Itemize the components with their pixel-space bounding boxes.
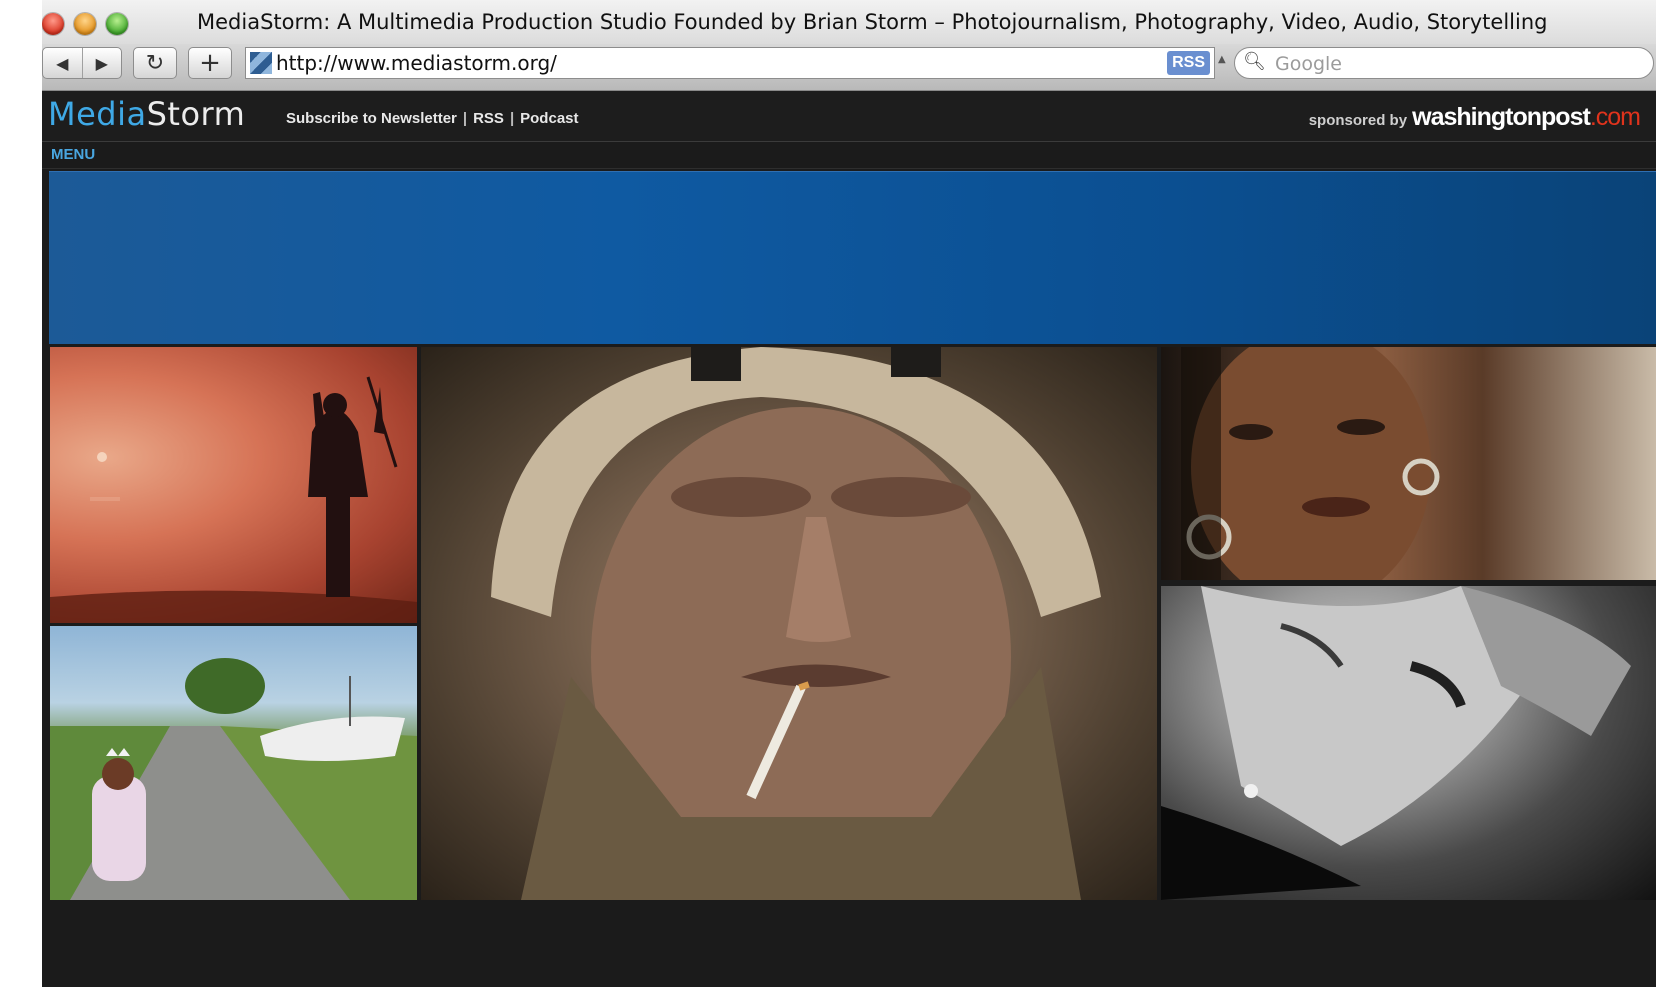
photo-girl-on-road[interactable] (50, 626, 417, 900)
mediastorm-logo[interactable]: MediaStorm (48, 95, 245, 133)
menu-button[interactable]: MENU (51, 146, 95, 163)
photo-sunset-silhouette[interactable] (50, 347, 417, 623)
header-links: Subscribe to Newsletter | RSS | Podcast (286, 110, 579, 127)
plus-icon: + (199, 48, 221, 78)
address-bar[interactable]: http://www.mediastorm.org/ RSS (245, 47, 1215, 79)
sponsor-logo-text: washingtonpost (1412, 103, 1591, 131)
link-separator: | (462, 110, 468, 127)
woman-portrait-image (1181, 347, 1440, 580)
browser-window: MediaStorm: A Multimedia Production Stud… (42, 0, 1656, 987)
search-snapback-icon[interactable]: ▲ (1218, 54, 1226, 65)
back-button[interactable]: ◀ (43, 48, 83, 78)
add-bookmark-button[interactable]: + (188, 47, 232, 79)
title-bar: MediaStorm: A Multimedia Production Stud… (42, 0, 1656, 44)
web-page: MediaStorm Subscribe to Newsletter | RSS | P… (42, 91, 1656, 987)
window-title: MediaStorm: A Multimedia Production Stud… (197, 10, 1548, 34)
photo-black-and-white-portrait[interactable] (1161, 586, 1656, 900)
logo-text-media: Media (48, 95, 147, 133)
back-forward-group: ◀ ▶ (42, 47, 122, 79)
reload-button[interactable]: ↻ (133, 47, 177, 79)
site-header: MediaStorm Subscribe to Newsletter | RSS | P… (42, 91, 1656, 142)
photo-woman-portrait[interactable] (1161, 347, 1656, 580)
back-arrow-icon: ◀ (56, 53, 69, 73)
forward-arrow-icon: ▶ (95, 53, 108, 73)
subscribe-newsletter-link[interactable]: Subscribe to Newsletter (286, 110, 457, 127)
search-icon[interactable]: 🔍︎ (1243, 51, 1266, 72)
search-box[interactable]: 🔍︎ (1234, 47, 1654, 79)
sponsor-badge[interactable]: sponsored by washingtonpost.com (1308, 103, 1641, 132)
podcast-link[interactable]: Podcast (520, 110, 578, 127)
site-footer (42, 903, 1656, 987)
zoom-window-button[interactable] (106, 13, 128, 35)
rss-button[interactable]: RSS (1167, 51, 1210, 75)
search-input[interactable] (1273, 51, 1637, 77)
link-separator: | (509, 110, 515, 127)
girl-on-road-image (50, 658, 417, 900)
marine-portrait-image (491, 347, 1101, 900)
url-text[interactable]: http://www.mediastorm.org/ (276, 51, 557, 75)
sponsor-label: sponsored by (1308, 112, 1408, 129)
divider (42, 168, 1656, 169)
minimize-window-button[interactable] (74, 13, 96, 35)
reload-icon: ↻ (145, 50, 165, 76)
black-and-white-portrait-image (1161, 586, 1631, 900)
photo-marine-portrait[interactable] (421, 347, 1157, 900)
sponsor-logo-tld: .com (1589, 103, 1641, 131)
site-favicon-icon (250, 52, 272, 74)
close-window-button[interactable] (42, 13, 64, 35)
browser-toolbar: ◀ ▶ ↻ + http://www.mediastorm.org/ RSS ▲… (42, 44, 1656, 91)
forward-button[interactable]: ▶ (83, 48, 122, 78)
blue-banner (49, 171, 1656, 344)
logo-text-storm: Storm (146, 95, 246, 133)
sunset-silhouette-image (50, 376, 417, 623)
rss-link[interactable]: RSS (473, 110, 504, 127)
